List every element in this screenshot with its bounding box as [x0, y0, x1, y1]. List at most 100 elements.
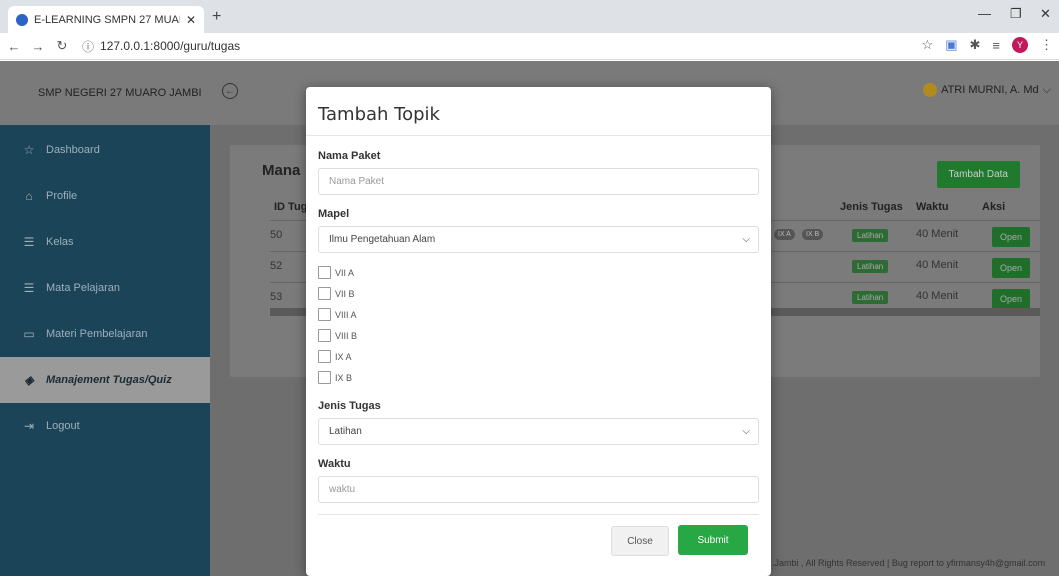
address-bar: ← → ↻ ⓘ 127.0.0.1:8000/guru/tugas ☆ ▣ ✱ …	[0, 33, 1059, 60]
sidebar: ☆ Dashboard ⌂ Profile ☰ Kelas ☰ Mata Pel…	[0, 125, 210, 576]
column-header: Waktu	[916, 201, 949, 213]
url-text: 127.0.0.1:8000/guru/tugas	[100, 39, 241, 53]
checkbox-box[interactable]	[318, 371, 331, 384]
submit-button[interactable]: Submit	[678, 525, 748, 555]
sidebar-item-label: Dashboard	[46, 144, 100, 156]
kelas-checkbox-viia[interactable]: VII A	[318, 266, 354, 279]
sidebar-item-label: Manajement Tugas/Quiz	[46, 374, 172, 386]
open-button[interactable]: Open	[992, 258, 1031, 278]
mapel-label: Mapel	[318, 208, 350, 220]
mapel-select-value: Ilmu Pengetahuan Alam	[329, 234, 436, 245]
chevron-down-icon: ⌵	[1042, 83, 1051, 96]
sidebar-item-profile[interactable]: ⌂ Profile	[0, 173, 210, 219]
column-header: Aksi	[982, 201, 1006, 213]
waktu-input[interactable]: waktu	[318, 476, 759, 503]
logout-icon: ⇥	[23, 419, 35, 433]
nama-paket-input[interactable]: Nama Paket	[318, 168, 759, 195]
tab-title: E-LEARNING SMPN 27 MUARO J	[34, 13, 180, 26]
checkbox-label: IX B	[335, 372, 353, 383]
kelas-checkbox-viiib[interactable]: VIII B	[318, 329, 357, 342]
modal-title: Tambah Topik	[318, 104, 440, 125]
column-header: Jenis Tugas	[840, 201, 903, 213]
sidebar-item-dashboard[interactable]: ☆ Dashboard	[0, 127, 210, 173]
checkbox-label: VII B	[335, 288, 355, 299]
kelas-checkbox-viib[interactable]: VII B	[318, 287, 355, 300]
close-tab-icon[interactable]: ✕	[186, 13, 196, 27]
sidebar-item-materi[interactable]: ▭ Materi Pembelajaran	[0, 311, 210, 357]
checkbox-box[interactable]	[318, 329, 331, 342]
checkbox-label: VIII A	[335, 309, 357, 320]
favicon-icon	[16, 13, 28, 26]
translate-icon[interactable]: ▣	[945, 37, 957, 53]
cell-id: 52	[270, 260, 283, 272]
page-title: Mana	[262, 162, 301, 179]
jenis-tugas-select-value: Latihan	[329, 426, 362, 437]
add-topic-modal: Tambah Topik Nama Paket Nama Paket Mapel…	[306, 87, 771, 576]
user-menu[interactable]: ATRI MURNI, A. Md ⌵	[923, 83, 1051, 97]
cell-waktu: 40 Menit	[916, 290, 959, 302]
type-badge: Latihan	[852, 229, 889, 242]
profile-avatar[interactable]: Y	[1012, 37, 1028, 53]
footer-text: .Jambi , All Rights Reserved | Bug repor…	[772, 558, 1046, 568]
checkbox-label: VIII B	[335, 330, 358, 341]
modal-footer-divider	[318, 514, 759, 515]
class-badge: IX B	[802, 229, 824, 240]
minimize-icon[interactable]: —	[978, 6, 991, 21]
checkbox-box[interactable]	[318, 308, 331, 321]
checkbox-box[interactable]	[318, 287, 331, 300]
open-button[interactable]: Open	[992, 289, 1031, 309]
jenis-tugas-select[interactable]: Latihan ⌵	[318, 418, 759, 445]
mapel-select[interactable]: Ilmu Pengetahuan Alam ⌵	[318, 226, 759, 253]
sidebar-item-label: Logout	[46, 420, 80, 432]
new-tab-icon[interactable]: +	[212, 8, 221, 26]
kelas-checkbox-ixb[interactable]: IX B	[318, 371, 352, 384]
back-icon[interactable]: ←	[4, 39, 24, 54]
kelas-checkbox-ixa[interactable]: IX A	[318, 350, 352, 363]
menu-icon[interactable]: ⋮	[1040, 37, 1053, 53]
modal-header-divider	[306, 135, 771, 136]
nama-paket-label: Nama Paket	[318, 150, 381, 162]
cell-waktu: 40 Menit	[916, 228, 959, 240]
sidebar-item-label: Kelas	[46, 236, 74, 248]
bookmark-star-icon[interactable]: ☆	[922, 37, 934, 53]
checkbox-box[interactable]	[318, 266, 331, 279]
sidebar-item-logout[interactable]: ⇥ Logout	[0, 403, 210, 449]
home-icon: ⌂	[25, 189, 33, 203]
waktu-label: Waktu	[318, 458, 351, 470]
add-data-button[interactable]: Tambah Data	[936, 161, 1020, 188]
kelas-checkbox-viiia[interactable]: VIII A	[318, 308, 357, 321]
forward-icon[interactable]: →	[28, 39, 48, 54]
jenis-tugas-label: Jenis Tugas	[318, 400, 381, 412]
checkbox-label: IX A	[335, 351, 352, 362]
sidebar-item-tugas[interactable]: ◈ Manajement Tugas/Quiz	[0, 357, 210, 403]
brand[interactable]: SMP NEGERI 27 MUARO JAMBI	[0, 61, 210, 125]
browser-tab[interactable]: E-LEARNING SMPN 27 MUARO J ✕	[8, 6, 204, 33]
user-avatar-icon	[923, 83, 938, 97]
layers-icon: ◈	[24, 373, 34, 387]
cell-id: 53	[270, 291, 283, 303]
sidebar-toggle-icon[interactable]: ←	[222, 83, 238, 99]
close-button[interactable]: Close	[611, 526, 669, 556]
restore-icon[interactable]: ❐	[1010, 6, 1022, 22]
reading-list-icon[interactable]: ≡	[992, 38, 1000, 53]
sidebar-item-mata-pelajaran[interactable]: ☰ Mata Pelajaran	[0, 265, 210, 311]
open-button[interactable]: Open	[992, 227, 1031, 247]
close-window-icon[interactable]: ✕	[1040, 6, 1051, 22]
url-field[interactable]: ⓘ 127.0.0.1:8000/guru/tugas	[82, 38, 240, 55]
class-badge: IX A	[774, 229, 795, 240]
document-icon: ▭	[23, 327, 35, 341]
database-icon: ☰	[23, 235, 35, 249]
info-icon[interactable]: ⓘ	[82, 38, 94, 55]
chevron-down-icon: ⌵	[742, 426, 750, 437]
database-icon: ☰	[23, 281, 35, 295]
sidebar-item-label: Mata Pelajaran	[46, 282, 120, 294]
checkbox-box[interactable]	[318, 350, 331, 363]
extensions-icon[interactable]: ✱	[970, 37, 981, 53]
user-name: ATRI MURNI, A. Md	[941, 84, 1039, 96]
checkbox-label: VII A	[335, 267, 355, 278]
chevron-down-icon: ⌵	[742, 234, 750, 245]
sidebar-item-kelas[interactable]: ☰ Kelas	[0, 219, 210, 265]
reload-icon[interactable]: ↻	[52, 38, 72, 54]
type-badge: Latihan	[852, 260, 889, 273]
star-icon: ☆	[23, 143, 35, 157]
